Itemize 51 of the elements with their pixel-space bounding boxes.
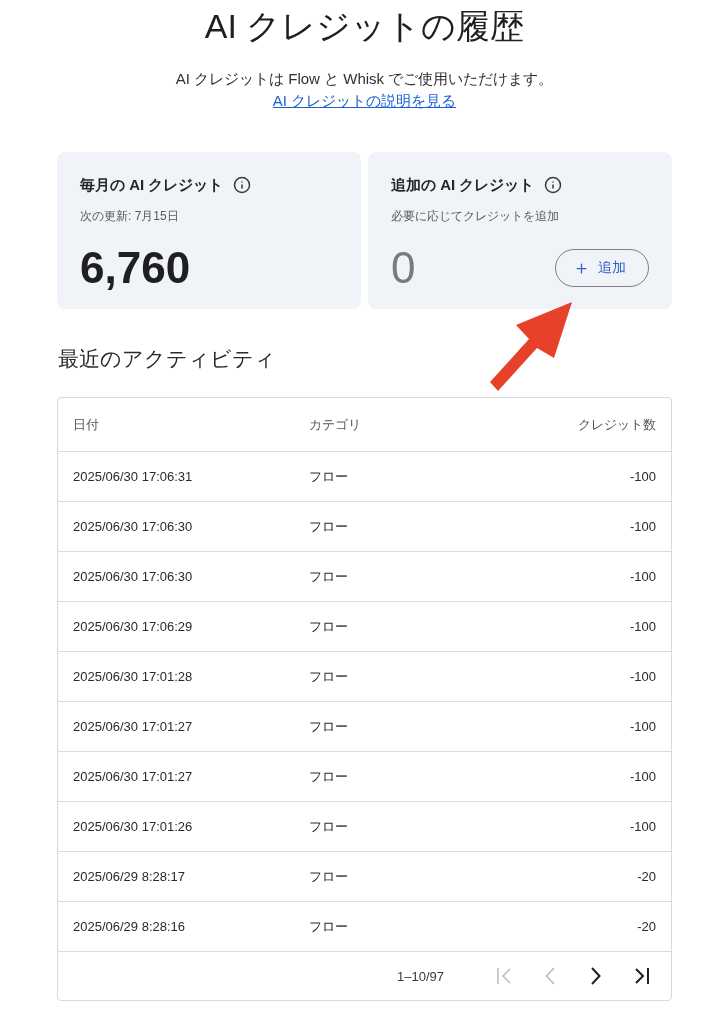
table-cell: フロー [309,817,348,836]
table-cell: 2025/06/29 8:28:17 [73,869,186,884]
table-cell: -100 [629,669,656,684]
page-range: 1–10/97 [397,968,444,984]
credit-amount: 6,760 [80,243,191,293]
table-cell: フロー [309,767,348,786]
chevron-left-icon [545,967,555,985]
table-cell: 2025/06/30 17:06:29 [73,619,193,634]
table-cell: 2025/06/30 17:01:27 [73,719,193,734]
table-cell: フロー [309,917,348,936]
last-page-icon [634,967,650,985]
table-cell: -20 [637,869,656,884]
table-cell: 2025/06/30 17:01:27 [73,769,193,784]
card-subtitle: 次の更新: 7月15日 [80,208,179,224]
table-cell: フロー [309,717,348,736]
table-cell: 2025/06/29 8:28:16 [73,919,186,934]
card-subtitle: 必要に応じてクレジットを追加 [391,208,559,224]
chevron-right-icon [591,967,601,985]
credit-amount: 0 [391,243,416,293]
info-icon[interactable] [544,176,563,194]
table-cell: フロー [309,517,348,536]
table-cell: 2025/06/30 17:06:31 [73,469,193,484]
table-cell: -100 [629,619,656,634]
first-page-icon [496,967,512,985]
table-cell: -100 [629,569,656,584]
card-title: 毎月の AI クレジット [80,175,224,195]
table-cell: -100 [629,519,656,534]
table-cell: -20 [637,919,656,934]
info-icon[interactable] [233,176,252,194]
column-header: カテゴリ [309,415,361,434]
table-cell: -100 [629,469,656,484]
table-cell: フロー [309,567,348,586]
table-cell: -100 [629,769,656,784]
table-cell: 2025/06/30 17:06:30 [73,569,193,584]
description-text: AI クレジットは Flow と Whisk でご使用いただけます。 [175,69,554,89]
table-cell: フロー [309,867,348,886]
table-cell: 2025/06/30 17:01:26 [73,819,193,834]
plus-icon [574,260,589,276]
table-cell: フロー [309,667,348,686]
table-cell: 2025/06/30 17:06:30 [73,519,193,534]
card-title: 追加の AI クレジット [391,175,535,195]
table-cell: -100 [629,719,656,734]
table-cell: フロー [309,617,348,636]
learn-more-link[interactable]: AI クレジットの説明を見る [272,90,457,112]
section-heading: 最近のアクティビティ [58,346,276,372]
table-cell: フロー [309,467,348,486]
column-header: 日付 [73,415,99,434]
table-cell: 2025/06/30 17:01:28 [73,669,193,684]
table-cell: -100 [629,819,656,834]
column-header: クレジット数 [578,415,656,434]
page-title: AI クレジットの履歴 [204,6,525,47]
